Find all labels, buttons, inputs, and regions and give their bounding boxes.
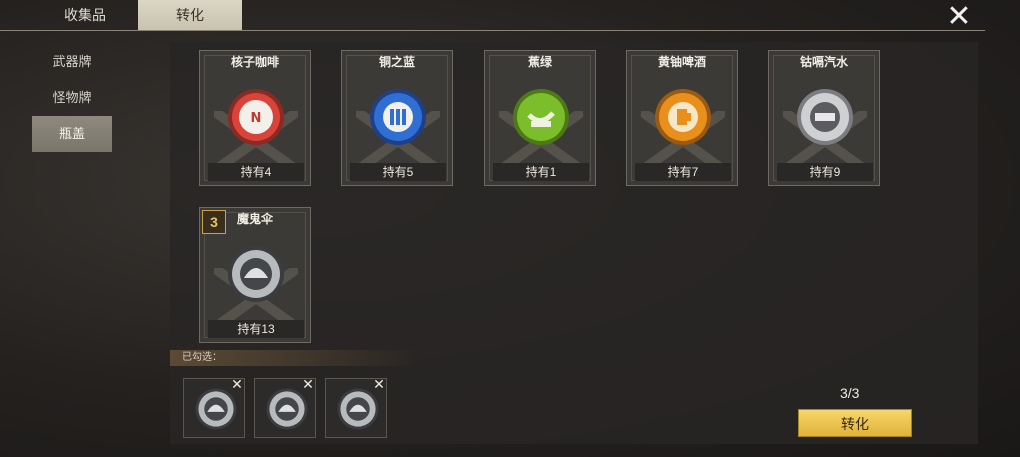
card-name: 钴嗝汽水 <box>799 55 848 69</box>
tab-collectibles[interactable]: 收集品 <box>36 0 134 30</box>
card-hold-count: 持有9 <box>777 163 873 181</box>
bottle-cap-grey-icon <box>337 388 379 430</box>
card-hold-count: 持有5 <box>350 163 446 181</box>
card-hold-count: 持有7 <box>635 163 731 181</box>
bottle-cap-blue-icon <box>370 89 426 145</box>
sidebar-item-weapon-cards[interactable]: 武器牌 <box>32 44 112 80</box>
bottle-cap-orange-icon <box>655 89 711 145</box>
selected-slot[interactable]: ✕ <box>183 377 245 438</box>
card-uranium-beer[interactable]: 黄铀啤酒 持有7 <box>626 50 738 186</box>
top-tab-bar: 收集品 转化 <box>0 0 985 31</box>
bottle-cap-grey-icon <box>195 388 237 430</box>
bottle-cap-grey-icon <box>228 246 284 302</box>
selection-count: 3/3 <box>840 385 860 401</box>
bottle-cap-red-icon: N <box>228 89 284 145</box>
remove-icon[interactable]: ✕ <box>230 377 244 391</box>
bottle-cap-green-icon <box>513 89 569 145</box>
card-copper-blue[interactable]: 铜之蓝 持有5 <box>341 50 453 186</box>
bottle-cap-grey-icon <box>266 388 308 430</box>
card-hold-count: 持有4 <box>208 163 304 181</box>
tab-convert[interactable]: 转化 <box>138 0 242 30</box>
card-name: 黄铀啤酒 <box>657 55 706 69</box>
selected-header: 已勾选： <box>170 350 420 366</box>
sidebar-item-monster-cards[interactable]: 怪物牌 <box>32 80 112 116</box>
card-hold-count: 持有13 <box>208 320 304 338</box>
remove-icon[interactable]: ✕ <box>301 377 315 391</box>
card-name: 核子咖啡 <box>230 55 279 69</box>
card-nuka-coffee[interactable]: 核子咖啡 N 持有4 <box>199 50 311 186</box>
card-devil-umbrella[interactable]: 3 魔鬼伞 持有13 <box>199 207 311 343</box>
close-icon[interactable]: ✕ <box>944 2 974 32</box>
bottle-cap-silver-icon <box>797 89 853 145</box>
card-hold-count: 持有1 <box>493 163 589 181</box>
sidebar-item-bottle-caps[interactable]: 瓶盖 <box>32 116 112 152</box>
svg-text:N: N <box>251 111 262 126</box>
card-name: 蕉绿 <box>527 55 552 69</box>
selected-slot[interactable]: ✕ <box>325 377 387 438</box>
card-banana-green[interactable]: 蕉绿 持有1 <box>484 50 596 186</box>
card-cobalt-soda[interactable]: 钴嗝汽水 持有9 <box>768 50 880 186</box>
selected-slot[interactable]: ✕ <box>254 377 316 438</box>
convert-button[interactable]: 转化 <box>798 409 912 437</box>
remove-icon[interactable]: ✕ <box>372 377 386 391</box>
card-name: 铜之蓝 <box>378 55 415 69</box>
card-name: 魔鬼伞 <box>236 212 273 226</box>
